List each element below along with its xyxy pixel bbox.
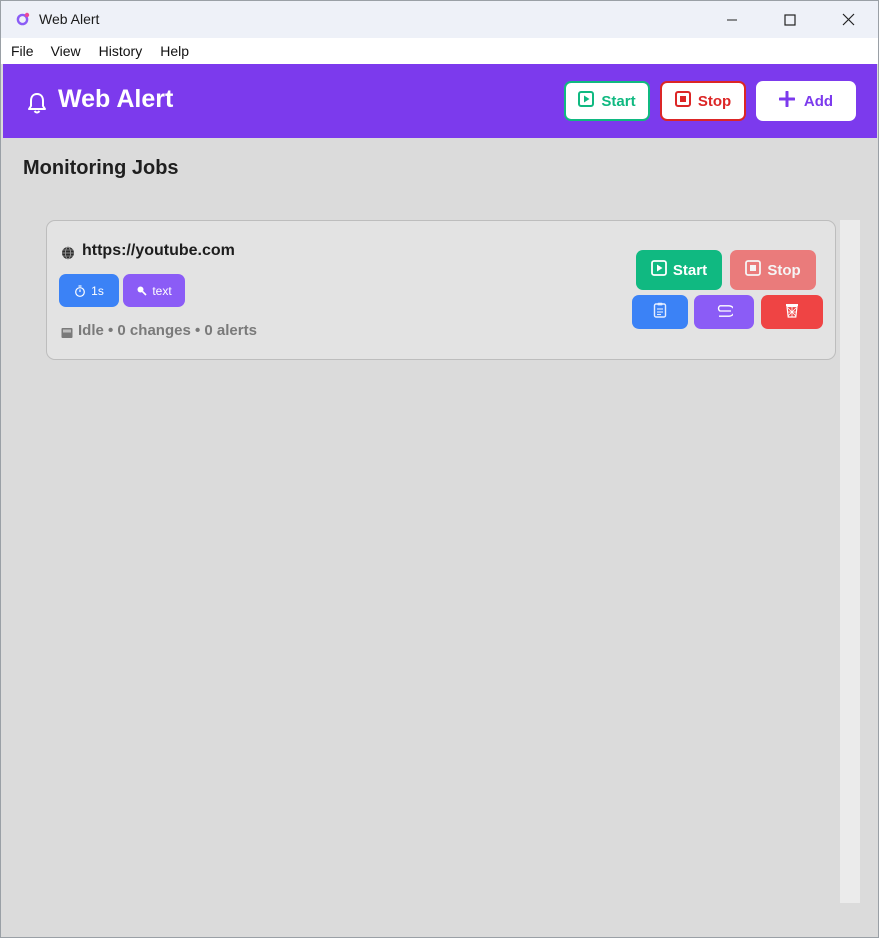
start-all-label: Start	[601, 92, 636, 110]
menu-history[interactable]: History	[99, 43, 143, 59]
job-stop-button[interactable]: Stop	[730, 250, 816, 290]
job-card: https://youtube.com 1s text Idle • 0 cha…	[46, 220, 836, 360]
app-logo-icon	[16, 12, 30, 26]
job-status: Idle • 0 changes • 0 alerts	[78, 322, 257, 339]
bell-icon	[25, 91, 49, 120]
minimize-icon	[726, 14, 738, 26]
menu-file[interactable]: File	[11, 43, 34, 59]
interval-tag: 1s	[59, 274, 119, 307]
app-header: Web Alert Start Stop Add	[3, 64, 877, 138]
stop-icon	[674, 91, 691, 111]
maximize-icon	[784, 13, 796, 26]
page-title: Monitoring Jobs	[23, 157, 179, 179]
magnifier-icon	[136, 285, 147, 296]
interval-label: 1s	[91, 283, 104, 298]
job-history-button[interactable]	[632, 295, 688, 329]
add-job-button[interactable]: Add	[756, 81, 856, 121]
stopwatch-icon	[74, 284, 86, 297]
job-start-button[interactable]: Start	[636, 250, 722, 290]
header-title: Web Alert	[58, 85, 174, 113]
mode-tag: text	[123, 274, 185, 307]
menu-help[interactable]: Help	[160, 43, 189, 59]
job-delete-button[interactable]	[761, 295, 823, 329]
globe-icon	[61, 246, 75, 265]
add-job-label: Add	[803, 92, 834, 110]
job-start-label: Start	[672, 261, 708, 279]
play-icon	[578, 91, 595, 111]
close-button[interactable]	[819, 1, 877, 38]
stop-all-button[interactable]: Stop	[660, 81, 746, 121]
menu-view[interactable]: View	[51, 43, 81, 59]
job-edit-button[interactable]	[694, 295, 754, 329]
job-stop-label: Stop	[767, 261, 801, 279]
maximize-button[interactable]	[761, 1, 819, 38]
app-window: Web Alert File View History Help Web Ale…	[0, 0, 879, 938]
mode-label: text	[152, 283, 172, 298]
title-bar: Web Alert	[1, 1, 878, 38]
wastebasket-icon	[784, 302, 800, 322]
scrollbar-track[interactable]	[840, 220, 860, 903]
clipboard-icon	[653, 302, 667, 322]
start-all-button[interactable]: Start	[564, 81, 650, 121]
stop-icon	[745, 260, 762, 280]
menu-bar: File View History Help	[1, 38, 878, 64]
job-url: https://youtube.com	[82, 242, 235, 259]
close-icon	[842, 13, 855, 26]
plus-icon	[778, 90, 796, 111]
paperclip-icon	[715, 304, 735, 321]
minimize-button[interactable]	[703, 1, 761, 38]
window-title: Web Alert	[39, 11, 100, 27]
inbox-icon	[61, 326, 73, 344]
stop-all-label: Stop	[697, 92, 732, 110]
play-icon	[651, 260, 667, 280]
